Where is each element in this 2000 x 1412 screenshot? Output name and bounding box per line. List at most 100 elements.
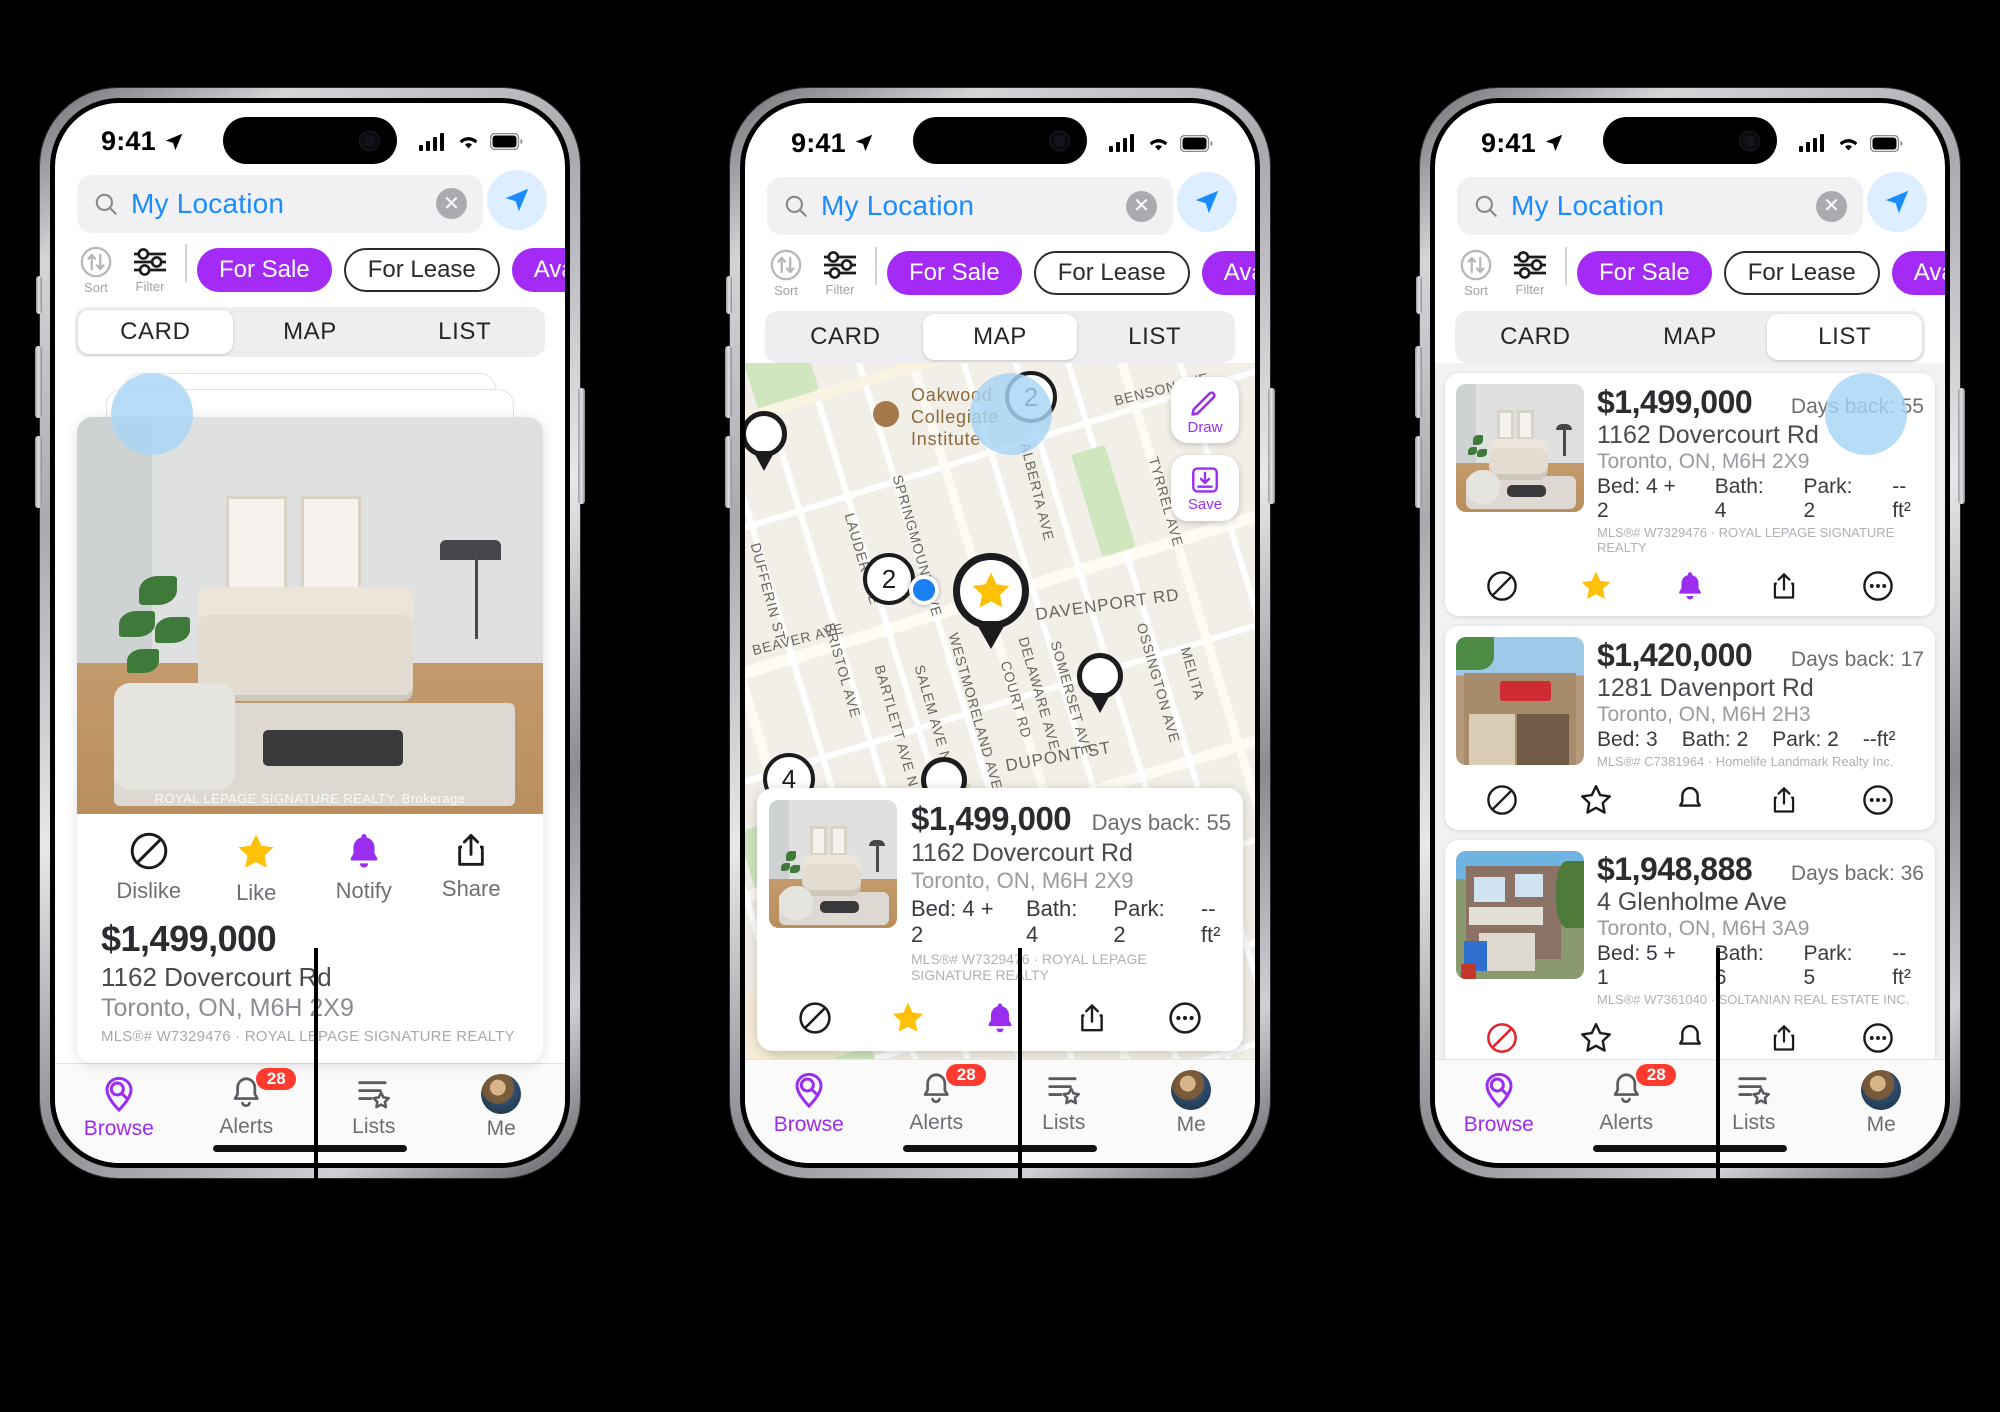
map-selected-listing-card[interactable]: $1,499,000 Days back: 55 1162 Dovercourt… [757, 788, 1243, 1051]
map-pin-selected-listing[interactable] [953, 553, 1029, 649]
listing-action-share[interactable] [1737, 782, 1831, 818]
map-pin-listing-2[interactable] [1077, 653, 1123, 713]
tab-browse[interactable]: Browse [1435, 1070, 1563, 1137]
map-cluster-1[interactable]: 2 [1005, 371, 1057, 423]
sort-button[interactable]: Sort [1449, 248, 1503, 298]
map-pin-listing-1[interactable] [745, 411, 787, 471]
tab-list[interactable]: LIST [387, 310, 542, 354]
volume-down-button[interactable] [725, 436, 732, 508]
volume-up-button[interactable] [725, 346, 732, 418]
tab-list[interactable]: LIST [1767, 314, 1923, 360]
map-cluster-2[interactable]: 2 [863, 553, 915, 605]
school-poi-icon [873, 401, 899, 427]
search-input[interactable]: My Location ✕ [767, 177, 1173, 235]
tab-card[interactable]: CARD [78, 309, 233, 354]
tab-list[interactable]: LIST [1077, 314, 1232, 360]
filter-button[interactable]: Filter [123, 246, 177, 294]
listing-action-more[interactable] [1831, 568, 1925, 604]
tab-browse[interactable]: Browse [745, 1070, 873, 1137]
map-action-like[interactable] [861, 999, 953, 1037]
listing-action-share[interactable] [1737, 568, 1831, 604]
map-action-notify[interactable] [954, 999, 1046, 1037]
table-row[interactable]: $1,499,000 Days back: 55 1162 Dovercourt… [1445, 373, 1935, 616]
listing-action-notify[interactable] [1643, 1020, 1737, 1056]
listing-action-more[interactable] [1831, 1020, 1925, 1056]
listing-action-dislike[interactable] [1455, 568, 1549, 604]
volume-down-button[interactable] [35, 436, 42, 508]
search-value: My Location [131, 187, 285, 219]
action-like[interactable]: Like [203, 830, 311, 906]
chip-for-lease[interactable]: For Lease [343, 247, 500, 292]
card-peek-mid [106, 388, 514, 419]
tab-alerts[interactable]: 28 Alerts [183, 1067, 311, 1139]
action-notify[interactable]: Notify [310, 830, 418, 906]
tab-card[interactable]: CARD [1458, 314, 1613, 360]
tab-me[interactable]: Me [438, 1073, 566, 1141]
search-input[interactable]: My Location ✕ [77, 174, 483, 233]
filter-button[interactable]: Filter [1503, 249, 1557, 297]
power-button[interactable] [1268, 388, 1275, 504]
power-button[interactable] [1958, 388, 1965, 504]
tab-alerts[interactable]: 28 Alerts [873, 1064, 1001, 1135]
chip-for-sale[interactable]: For Sale [887, 251, 1022, 295]
tab-lists[interactable]: Lists [310, 1074, 438, 1139]
power-button[interactable] [578, 388, 585, 504]
filter-button[interactable]: Filter [813, 249, 867, 297]
search-input[interactable]: My Location ✕ [1457, 177, 1863, 235]
silent-switch[interactable] [726, 276, 732, 314]
silent-switch[interactable] [1416, 276, 1422, 314]
property-card[interactable]: ROYAL LEPAGE SIGNATURE REALTY, Brokerage… [77, 416, 543, 1063]
table-row[interactable]: $1,420,000 Days back: 17 1281 Davenport … [1445, 626, 1935, 830]
chip-available[interactable]: Available [511, 247, 565, 292]
tab-map[interactable]: MAP [1613, 314, 1768, 360]
tab-me[interactable]: Me [1128, 1070, 1256, 1137]
sort-button[interactable]: Sort [759, 248, 813, 298]
table-row[interactable]: $1,948,888 Days back: 36 4 Glenholme Ave… [1445, 840, 1935, 1059]
chip-for-sale[interactable]: For Sale [197, 247, 332, 292]
action-dislike[interactable]: Dislike [95, 830, 203, 906]
map-action-dislike[interactable] [769, 999, 861, 1037]
map-canvas[interactable]: Oakwood Collegiate Institute DUFFERIN ST… [745, 363, 1255, 1059]
listing-action-like[interactable] [1549, 568, 1643, 604]
listing-list[interactable]: $1,499,000 Days back: 55 1162 Dovercourt… [1435, 363, 1945, 1059]
listing-action-like[interactable] [1549, 782, 1643, 818]
chip-for-sale[interactable]: For Sale [1577, 251, 1712, 295]
volume-up-button[interactable] [35, 346, 42, 418]
tab-map[interactable]: MAP [922, 314, 1078, 360]
chip-available[interactable]: Available [1891, 251, 1945, 295]
chip-for-lease[interactable]: For Lease [1723, 251, 1880, 295]
map-draw-tool[interactable]: Draw [1171, 377, 1239, 443]
listing-mls: MLS®# W7329476 · ROYAL LEPAGE SIGNATURE … [1597, 525, 1895, 555]
listing-action-notify[interactable] [1643, 782, 1737, 818]
volume-up-button[interactable] [1415, 346, 1422, 418]
map-action-share[interactable] [1046, 999, 1138, 1037]
sort-button[interactable]: Sort [69, 245, 123, 295]
locate-me-button[interactable] [487, 169, 547, 230]
volume-down-button[interactable] [1415, 436, 1422, 508]
action-share[interactable]: Share [418, 830, 526, 906]
listing-bed: Bed: 4 + 2 [1597, 475, 1676, 522]
tab-map[interactable]: MAP [233, 310, 388, 354]
listing-action-share[interactable] [1737, 1020, 1831, 1056]
listing-action-dislike[interactable] [1455, 1020, 1549, 1056]
map-save-tool[interactable]: Save [1171, 455, 1239, 521]
listing-action-more[interactable] [1831, 782, 1925, 818]
silent-switch[interactable] [36, 276, 42, 314]
wifi-icon [459, 137, 478, 149]
tab-card[interactable]: CARD [768, 314, 923, 360]
clear-icon[interactable]: ✕ [1816, 190, 1847, 222]
tab-lists[interactable]: Lists [1690, 1070, 1818, 1135]
clear-icon[interactable]: ✕ [436, 188, 467, 220]
tab-browse[interactable]: Browse [55, 1074, 183, 1141]
listing-action-dislike[interactable] [1455, 782, 1549, 818]
locate-me-button[interactable] [1867, 172, 1927, 232]
map-action-more[interactable] [1139, 999, 1231, 1037]
listing-action-notify[interactable] [1643, 568, 1737, 604]
listing-action-like[interactable] [1549, 1020, 1643, 1056]
locate-me-button[interactable] [1177, 172, 1237, 232]
tab-me[interactable]: Me [1818, 1070, 1946, 1137]
chip-for-lease[interactable]: For Lease [1033, 251, 1190, 295]
tab-alerts[interactable]: 28 Alerts [1563, 1064, 1691, 1135]
clear-icon[interactable]: ✕ [1126, 190, 1157, 222]
chip-available[interactable]: Available [1201, 251, 1255, 295]
